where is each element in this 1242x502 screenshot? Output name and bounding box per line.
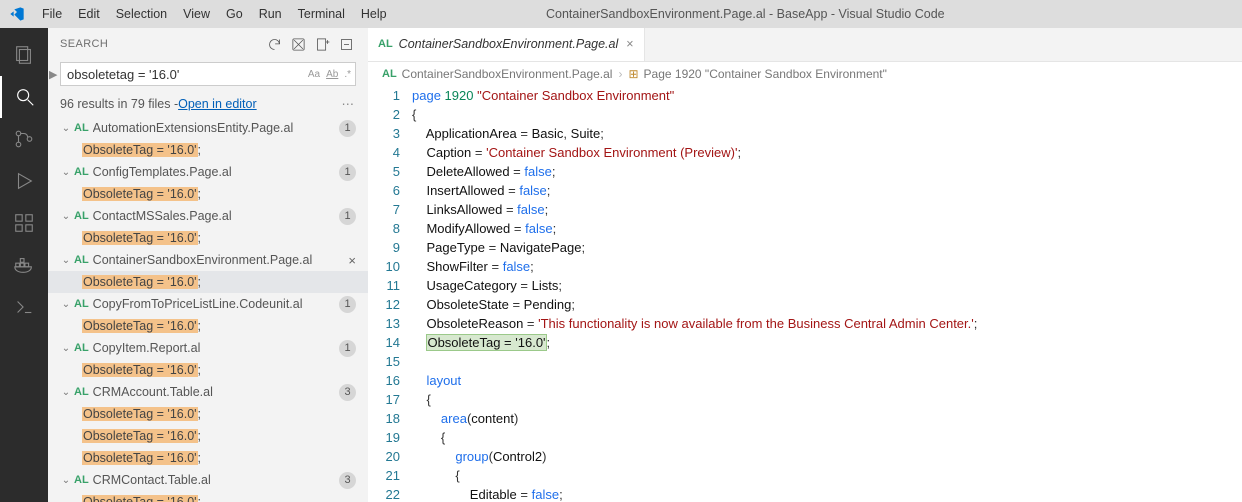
search-file-row[interactable]: ⌄ALConfigTemplates.Page.al1: [48, 161, 368, 183]
search-match-row[interactable]: ObsoleteTag = '16.0';: [48, 425, 368, 447]
al-file-icon: AL: [74, 342, 89, 354]
chevron-down-icon: ⌄: [60, 211, 72, 222]
al-file-icon: AL: [382, 68, 397, 80]
search-file-row[interactable]: ⌄ALCopyFromToPriceListLine.Codeunit.al1: [48, 293, 368, 315]
search-input-value: obsoletetag = '16.0': [67, 67, 179, 82]
chevron-down-icon: ⌄: [60, 167, 72, 178]
vscode-logo-icon: [8, 5, 26, 23]
code-editor[interactable]: 12345678910111213141516171819202122 page…: [368, 86, 1242, 502]
chevron-down-icon: ⌄: [60, 387, 72, 398]
code-content: page 1920 "Container Sandbox Environment…: [412, 86, 1242, 502]
menu-help[interactable]: Help: [353, 7, 395, 21]
search-file-row[interactable]: ⌄ALContactMSSales.Page.al1: [48, 205, 368, 227]
refresh-icon[interactable]: [264, 34, 284, 54]
search-input[interactable]: ▶ obsoletetag = '16.0' Aa Ab .*: [60, 62, 356, 86]
chevron-down-icon: ⌄: [60, 123, 72, 134]
search-file-row[interactable]: ⌄ALCRMAccount.Table.al3: [48, 381, 368, 403]
dismiss-icon[interactable]: ×: [348, 253, 356, 268]
tab-current-file[interactable]: AL ContainerSandboxEnvironment.Page.al ×: [368, 28, 645, 61]
search-file-row[interactable]: ⌄ALCopyItem.Report.al1: [48, 337, 368, 359]
chevron-down-icon: ⌄: [60, 343, 72, 354]
chevron-down-icon: ⌄: [60, 299, 72, 310]
al-file-icon: AL: [74, 386, 89, 398]
search-match-row[interactable]: ObsoleteTag = '16.0';: [48, 403, 368, 425]
count-badge: 1: [339, 208, 356, 225]
clear-icon[interactable]: [288, 34, 308, 54]
al-file-icon: AL: [74, 166, 89, 178]
editor-area: AL ContainerSandboxEnvironment.Page.al ×…: [368, 28, 1242, 502]
menu-go[interactable]: Go: [218, 7, 251, 21]
line-numbers: 12345678910111213141516171819202122: [368, 86, 412, 502]
open-in-editor-link[interactable]: Open in editor: [178, 97, 257, 111]
chevron-down-icon: ⌄: [60, 475, 72, 486]
close-icon[interactable]: ×: [626, 37, 633, 51]
menu-file[interactable]: File: [34, 7, 70, 21]
docker-icon[interactable]: [0, 244, 48, 286]
search-match-row[interactable]: ObsoleteTag = '16.0';: [48, 271, 368, 293]
al-file-icon: AL: [74, 210, 89, 222]
search-summary: 96 results in 79 files - Open in editor …: [48, 92, 368, 117]
search-match-row[interactable]: ObsoleteTag = '16.0';: [48, 359, 368, 381]
menu-edit[interactable]: Edit: [70, 7, 108, 21]
al-file-icon: AL: [74, 254, 89, 266]
match-case-icon[interactable]: Aa: [308, 69, 320, 80]
source-control-icon[interactable]: [0, 118, 48, 160]
al-file-icon: AL: [74, 122, 89, 134]
search-match-row[interactable]: ObsoleteTag = '16.0';: [48, 315, 368, 337]
search-match-row[interactable]: ObsoleteTag = '16.0';: [48, 447, 368, 469]
new-search-editor-icon[interactable]: [312, 34, 332, 54]
breadcrumb[interactable]: AL ContainerSandboxEnvironment.Page.al ›…: [368, 62, 1242, 86]
explorer-icon[interactable]: [0, 34, 48, 76]
al-file-icon: AL: [378, 38, 393, 50]
run-debug-icon[interactable]: [0, 160, 48, 202]
menu-terminal[interactable]: Terminal: [290, 7, 353, 21]
chevron-right-icon[interactable]: ▶: [49, 68, 57, 81]
search-match-row[interactable]: ObsoleteTag = '16.0';: [48, 139, 368, 161]
search-sidebar: SEARCH ▶ obsoletetag = '16.0' Aa Ab .* 9…: [48, 28, 368, 502]
count-badge: 1: [339, 340, 356, 357]
tab-bar: AL ContainerSandboxEnvironment.Page.al ×: [368, 28, 1242, 62]
count-badge: 3: [339, 384, 356, 401]
search-match-row[interactable]: ObsoleteTag = '16.0';: [48, 491, 368, 502]
search-match-row[interactable]: ObsoleteTag = '16.0';: [48, 227, 368, 249]
extensions-icon[interactable]: [0, 202, 48, 244]
menu-view[interactable]: View: [175, 7, 218, 21]
sidebar-title: SEARCH: [60, 38, 108, 50]
menu-selection[interactable]: Selection: [108, 7, 175, 21]
count-badge: 1: [339, 120, 356, 137]
search-file-row[interactable]: ⌄ALAutomationExtensionsEntity.Page.al1: [48, 117, 368, 139]
search-file-row[interactable]: ⌄ALContainerSandboxEnvironment.Page.al×: [48, 249, 368, 271]
activity-bar: [0, 28, 48, 502]
count-badge: 1: [339, 296, 356, 313]
collapse-icon[interactable]: [336, 34, 356, 54]
menu-bar: FileEditSelectionViewGoRunTerminalHelp C…: [0, 0, 1242, 28]
al-file-icon: AL: [74, 474, 89, 486]
count-badge: 3: [339, 472, 356, 489]
search-file-row[interactable]: ⌄ALCRMContact.Table.al3: [48, 469, 368, 491]
symbol-icon: ⊞: [628, 67, 638, 81]
menu-run[interactable]: Run: [251, 7, 290, 21]
more-icon[interactable]: ⋯: [342, 96, 357, 111]
count-badge: 1: [339, 164, 356, 181]
search-match-row[interactable]: ObsoleteTag = '16.0';: [48, 183, 368, 205]
terminal-icon[interactable]: [0, 286, 48, 328]
window-title: ContainerSandboxEnvironment.Page.al - Ba…: [395, 7, 1236, 21]
chevron-down-icon: ⌄: [60, 255, 72, 266]
search-results: ⌄ALAutomationExtensionsEntity.Page.al1Ob…: [48, 117, 368, 502]
search-icon[interactable]: [0, 76, 48, 118]
regex-icon[interactable]: .*: [344, 69, 351, 80]
al-file-icon: AL: [74, 298, 89, 310]
match-word-icon[interactable]: Ab: [326, 69, 338, 80]
